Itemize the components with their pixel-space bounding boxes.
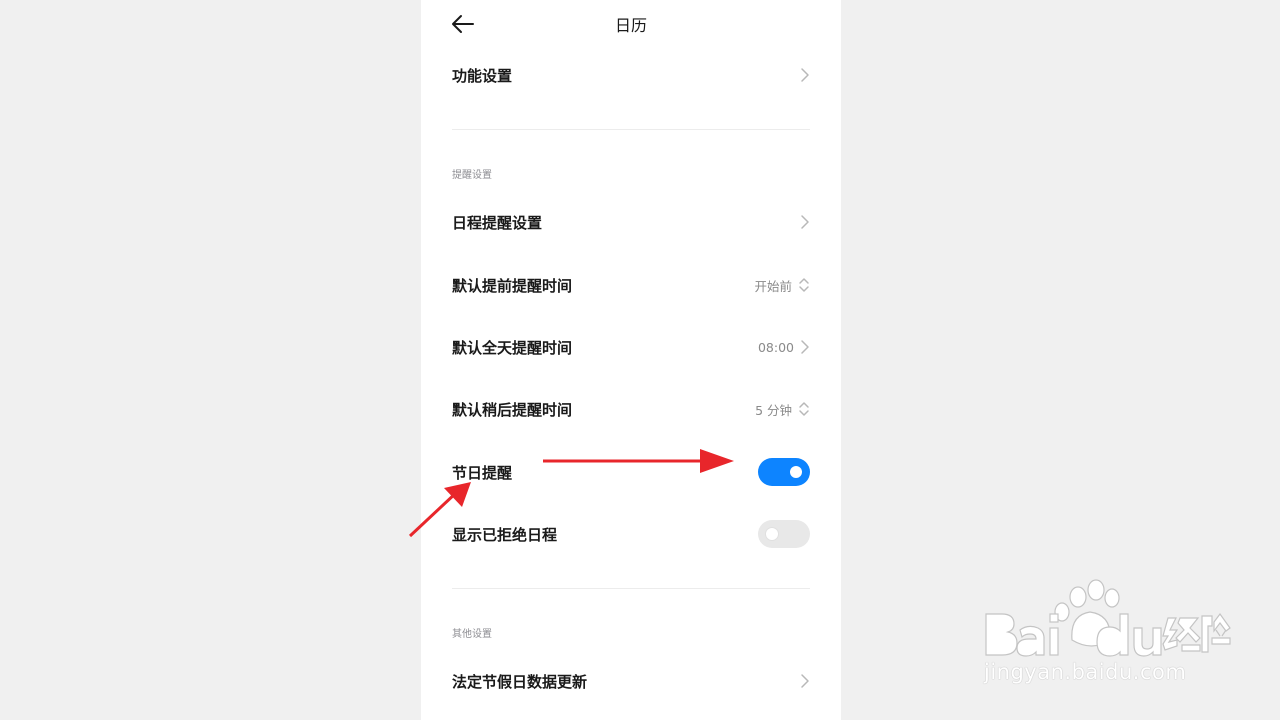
row-label: 默认稍后提醒时间 bbox=[452, 400, 573, 419]
holiday-data-update-row[interactable]: 法定节假日数据更新 bbox=[452, 659, 810, 703]
top-bar: 日历 bbox=[421, 0, 841, 48]
row-label: 功能设置 bbox=[452, 66, 513, 85]
row-label: 显示已拒绝日程 bbox=[452, 525, 558, 544]
schedule-reminder-row[interactable]: 日程提醒设置 bbox=[452, 200, 810, 244]
chevron-right-icon bbox=[801, 674, 809, 688]
row-value: 开始前 bbox=[754, 278, 792, 294]
divider bbox=[452, 588, 810, 589]
row-label: 默认提前提醒时间 bbox=[452, 276, 573, 295]
chevron-right-icon bbox=[801, 68, 809, 82]
row-label: 法定节假日数据更新 bbox=[452, 672, 588, 691]
default-advance-reminder-row[interactable]: 默认提前提醒时间 开始前 bbox=[452, 263, 810, 307]
row-value: 08:00 bbox=[757, 339, 794, 355]
holiday-reminder-row: 节日提醒 bbox=[452, 450, 810, 494]
feature-settings-row[interactable]: 功能设置 bbox=[452, 53, 810, 97]
section-title-other: 其他设置 bbox=[452, 629, 492, 640]
up-down-chevron-icon bbox=[799, 278, 809, 292]
show-declined-events-row: 显示已拒绝日程 bbox=[452, 512, 810, 556]
chevron-right-icon bbox=[801, 215, 809, 229]
default-allday-reminder-row[interactable]: 默认全天提醒时间 08:00 bbox=[452, 325, 810, 369]
row-value: 5 分钟 bbox=[755, 402, 792, 418]
toggle-knob bbox=[790, 466, 802, 478]
settings-screen: 日历 功能设置 提醒设置 日程提醒设置 默认提前提醒时间 开始前 默认全天提醒时… bbox=[421, 0, 841, 720]
row-label: 节日提醒 bbox=[452, 463, 513, 482]
default-snooze-reminder-row[interactable]: 默认稍后提醒时间 5 分钟 bbox=[452, 387, 810, 431]
show-declined-events-toggle[interactable] bbox=[758, 520, 810, 548]
chevron-right-icon bbox=[801, 340, 809, 354]
holiday-reminder-toggle[interactable] bbox=[758, 458, 810, 486]
watermark-url: jingyan.baidu.com bbox=[984, 660, 1187, 684]
toggle-knob bbox=[766, 528, 778, 540]
row-label: 日程提醒设置 bbox=[452, 213, 543, 232]
page-title: 日历 bbox=[614, 16, 647, 35]
row-label: 默认全天提醒时间 bbox=[452, 338, 573, 357]
section-title-reminder: 提醒设置 bbox=[452, 170, 492, 181]
divider bbox=[452, 129, 810, 130]
up-down-chevron-icon bbox=[799, 402, 809, 416]
